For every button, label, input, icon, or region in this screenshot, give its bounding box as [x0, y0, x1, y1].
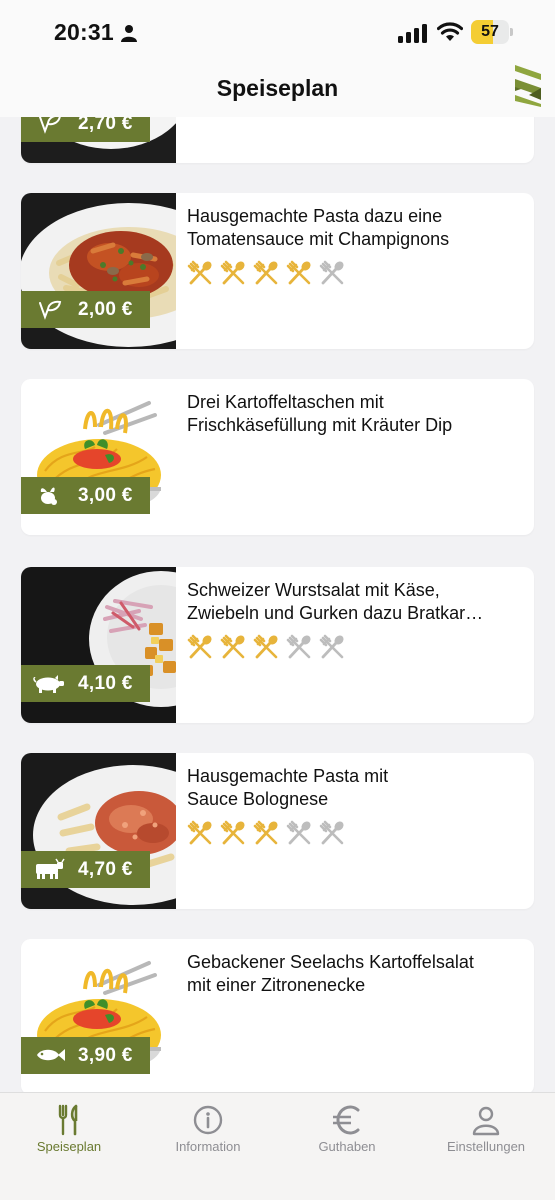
menu-card[interactable]: 2,00 € Hausgemachte Pasta dazu eine Toma…	[21, 193, 534, 349]
tab-guthaben[interactable]: Guthaben	[278, 1093, 416, 1200]
dish-title: Gebackener Seelachs Kartoffelsalat mit e…	[187, 951, 517, 997]
tab-speiseplan[interactable]: Speiseplan	[0, 1093, 138, 1200]
price: 2,00 €	[78, 299, 133, 320]
person-icon	[472, 1106, 500, 1136]
menu-card[interactable]: 3,90 € Gebackener Seelachs Kartoffelsala…	[21, 939, 534, 1092]
pig-icon	[33, 675, 64, 693]
cutlery-rating-icon	[286, 634, 311, 659]
cutlery-rating-icon	[187, 260, 212, 285]
dish-title: Schweizer Wurstsalat mit Käse, Zwiebeln …	[187, 579, 517, 625]
price-tag: 4,70 €	[21, 851, 150, 888]
dish-title-line: Hausgemachte Pasta mit	[187, 766, 389, 786]
rating	[187, 634, 346, 660]
dish-title-line: Tomatensauce mit Champignons	[187, 229, 450, 249]
tab-information[interactable]: Information	[139, 1093, 277, 1200]
vegetarian-leaf-icon	[39, 300, 62, 320]
tab-label: Guthaben	[318, 1139, 376, 1154]
cutlery-rating-icon	[253, 634, 278, 659]
cutlery-icon	[58, 1104, 78, 1136]
cutlery-rating-icon	[286, 260, 311, 285]
cutlery-rating-icon	[220, 820, 245, 845]
menu-card[interactable]: 4,10 € Schweizer Wurstsalat mit Käse, Zw…	[21, 567, 534, 723]
price-tag: 4,10 €	[21, 665, 150, 702]
cow-icon	[36, 858, 65, 879]
price: 4,10 €	[78, 673, 133, 694]
cutlery-rating-icon	[220, 260, 245, 285]
dish-title-line: Hausgemachte Pasta dazu eine	[187, 206, 443, 226]
dish-title-line: Zwiebeln und Gurken dazu Bratkar…	[187, 603, 484, 623]
tab-label: Einstellungen	[446, 1139, 526, 1154]
tab-label: Information	[175, 1139, 241, 1154]
rating	[187, 820, 346, 846]
navigation-bar: Speiseplan	[0, 62, 555, 117]
wifi-icon	[437, 22, 463, 41]
dish-title: Drei Kartoffeltaschen mit Frischkäsefüll…	[187, 391, 517, 437]
person-icon	[121, 25, 137, 42]
page-title: Speiseplan	[216, 75, 339, 101]
cutlery-rating-icon	[319, 820, 344, 845]
cellular-signal-icon	[398, 24, 427, 43]
battery-indicator: 57	[471, 20, 513, 44]
dish-title-line: Sauce Bolognese	[187, 789, 329, 809]
tab-einstellungen[interactable]: Einstellungen	[417, 1093, 555, 1200]
price-tag: 3,00 €	[21, 477, 150, 514]
status-time: 20:31	[54, 19, 114, 45]
battery-percent: 57	[481, 23, 499, 40]
cutlery-rating-icon	[253, 260, 278, 285]
price-tag: 2,70 €	[21, 117, 150, 142]
fish-icon	[37, 1049, 65, 1061]
brand-logo	[515, 65, 541, 107]
dish-title-line: mit einer Zitronenecke	[187, 975, 366, 995]
price-tag: 2,00 €	[21, 291, 150, 328]
price: 3,90 €	[78, 1045, 133, 1066]
dish-title: Hausgemachte Pasta mit Sauce Bolognese	[187, 765, 517, 811]
menu-card[interactable]: 4,70 € Hausgemachte Pasta mit Sauce Bolo…	[21, 753, 534, 909]
menu-list[interactable]: 2,70 € 2,00 € Hausgemachte Pasta dazu ei…	[0, 117, 555, 1092]
menu-card[interactable]: 2,70 €	[21, 117, 534, 163]
status-bar: 20:31 57	[0, 0, 555, 62]
price-tag: 3,90 €	[21, 1037, 150, 1074]
vegetable-icon	[40, 487, 57, 505]
price: 2,70 €	[78, 117, 133, 134]
price: 4,70 €	[78, 859, 133, 880]
cutlery-rating-icon	[319, 260, 344, 285]
dish-title-line: Schweizer Wurstsalat mit Käse,	[187, 580, 440, 600]
tab-bar: Speiseplan Information Guthaben Einstell…	[0, 1092, 555, 1200]
cutlery-rating-icon	[286, 820, 311, 845]
vegetarian-leaf-icon	[39, 117, 61, 134]
dish-title: Hausgemachte Pasta dazu eine Tomatensauc…	[187, 205, 517, 251]
cutlery-rating-icon	[187, 820, 212, 845]
cutlery-rating-icon	[253, 820, 278, 845]
dish-title-line: Gebackener Seelachs Kartoffelsalat	[187, 952, 474, 972]
dish-title-line: Frischkäsefüllung mit Kräuter Dip	[187, 415, 453, 435]
dish-title-line: Drei Kartoffeltaschen mit	[187, 392, 384, 412]
cutlery-rating-icon	[187, 634, 212, 659]
menu-card[interactable]: 3,00 € Drei Kartoffeltaschen mit Frischk…	[21, 379, 534, 535]
cutlery-rating-icon	[220, 634, 245, 659]
info-icon	[193, 1105, 223, 1135]
price: 3,00 €	[78, 485, 133, 506]
cutlery-rating-icon	[319, 634, 344, 659]
euro-icon	[333, 1105, 360, 1135]
rating	[187, 260, 346, 286]
tab-label: Speiseplan	[36, 1139, 102, 1154]
